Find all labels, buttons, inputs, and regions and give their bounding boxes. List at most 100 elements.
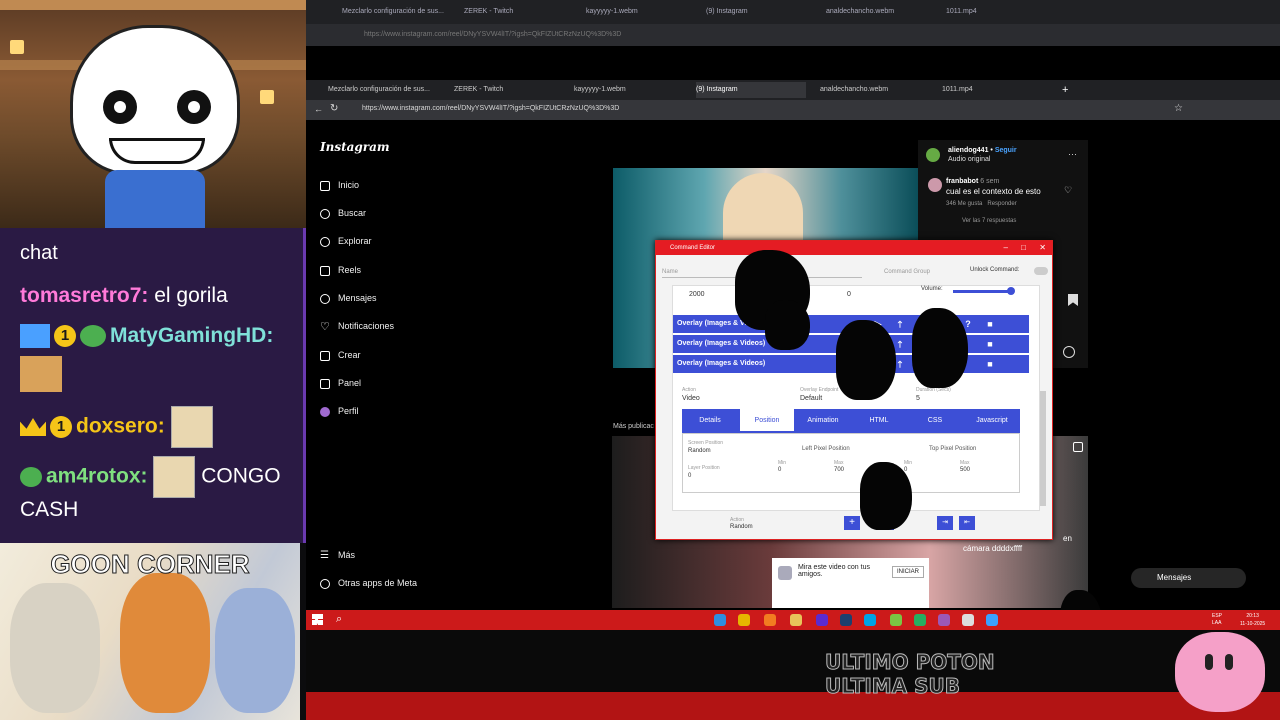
- volume-slider-thumb[interactable]: [1007, 287, 1015, 295]
- nav-reels[interactable]: Reels: [320, 265, 361, 276]
- browser-tab[interactable]: kayyyyy-1.webm: [574, 82, 674, 98]
- reply-button[interactable]: Responder: [987, 201, 1016, 207]
- command-group-dropdown[interactable]: Command Group: [884, 269, 930, 275]
- address-bar[interactable]: ← ↻ https://www.instagram.com/reel/DNyYS…: [306, 100, 1280, 120]
- nav-mensajes[interactable]: Mensajes: [320, 293, 377, 304]
- steam-icon[interactable]: [840, 614, 852, 626]
- nav-panel[interactable]: Panel: [320, 378, 361, 389]
- reels-icon: [320, 265, 330, 276]
- windows-start-icon[interactable]: [312, 614, 323, 625]
- clock-date: 11-10-2025: [1240, 621, 1266, 627]
- export-icon[interactable]: ⇥: [937, 516, 953, 530]
- browser-tab[interactable]: ZEREK - Twitch: [464, 4, 564, 20]
- chat-username: doxsero:: [76, 414, 165, 438]
- nav-mas[interactable]: ☰ Más: [320, 550, 355, 561]
- nav-notificaciones[interactable]: ♡ Notificaciones: [320, 321, 394, 332]
- delete-icon[interactable]: ■: [985, 358, 995, 370]
- folder-icon[interactable]: [790, 614, 802, 626]
- maximize-icon[interactable]: □: [1021, 241, 1026, 255]
- browser-tab[interactable]: 1011.mp4: [942, 82, 1052, 98]
- browser-tab[interactable]: kayyyyy-1.webm: [586, 4, 686, 20]
- volume-slider[interactable]: [953, 290, 1013, 293]
- search-icon[interactable]: ⌕: [336, 613, 342, 626]
- browser-tab[interactable]: analdechancho.webm: [826, 4, 926, 20]
- delete-icon[interactable]: ■: [985, 318, 995, 330]
- more-options-icon[interactable]: ···: [1068, 149, 1077, 159]
- nav-perfil[interactable]: Perfil: [320, 406, 359, 417]
- tab-details[interactable]: Details: [686, 409, 734, 433]
- edge-icon[interactable]: [714, 614, 726, 626]
- back-icon[interactable]: ←: [314, 104, 323, 114]
- top-max-field[interactable]: 500: [960, 467, 970, 473]
- delay-field[interactable]: 2000: [689, 291, 705, 298]
- field-value[interactable]: 0: [847, 291, 851, 298]
- nav-explorar[interactable]: Explorar: [320, 236, 372, 247]
- layer-field[interactable]: 0: [688, 473, 691, 479]
- address-bar-outer[interactable]: https://www.instagram.com/reel/DNyYSVW4l…: [306, 24, 1280, 46]
- heart-icon[interactable]: ♡: [1064, 185, 1072, 196]
- endpoint-dropdown[interactable]: Default: [800, 395, 822, 402]
- move-up-icon[interactable]: 🡑: [895, 358, 905, 370]
- add-button[interactable]: +: [844, 516, 860, 530]
- import-icon[interactable]: ⇤: [959, 516, 975, 530]
- browser-tab[interactable]: Mezclarlo configuración de sus...: [328, 82, 448, 98]
- action-label: Action: [682, 387, 696, 393]
- browser-tab[interactable]: ZEREK - Twitch: [454, 82, 554, 98]
- emoji-icon[interactable]: [1063, 346, 1075, 358]
- app-icon[interactable]: [962, 614, 974, 626]
- scrollbar[interactable]: [1040, 391, 1046, 506]
- tab-position[interactable]: Position: [740, 409, 794, 433]
- move-up-icon[interactable]: 🡑: [895, 338, 905, 350]
- video-icon[interactable]: [1073, 442, 1083, 452]
- browser-tab[interactable]: analdechancho.webm: [820, 82, 930, 98]
- bottom-action-dropdown[interactable]: Random: [730, 524, 753, 530]
- tab-animation[interactable]: Animation: [796, 409, 850, 433]
- post-username[interactable]: aliendog441 • Seguir: [948, 147, 1017, 154]
- app-icon[interactable]: [938, 614, 950, 626]
- star-icon[interactable]: ☆: [1174, 103, 1183, 114]
- duration-field[interactable]: 5: [916, 395, 920, 402]
- chrome-icon[interactable]: [738, 614, 750, 626]
- clock[interactable]: 20:13 11-10-2025: [1240, 612, 1265, 628]
- tab-css[interactable]: CSS: [908, 409, 962, 433]
- tab-javascript[interactable]: Javascript: [964, 409, 1020, 433]
- browser-tab[interactable]: Mezclarlo configuración de sus...: [342, 4, 462, 20]
- comment-username[interactable]: franbabot 6 sem: [946, 178, 999, 185]
- app-icon[interactable]: [986, 614, 998, 626]
- follow-button[interactable]: Seguir: [995, 147, 1017, 154]
- left-min-field[interactable]: 0: [778, 467, 781, 473]
- tab-html[interactable]: HTML: [852, 409, 906, 433]
- chat-message: 1 MatyGamingHD:: [20, 324, 273, 349]
- browser-tab[interactable]: 1011.mp4: [946, 4, 1046, 20]
- browser-tab-active[interactable]: (9) Instagram: [696, 82, 806, 98]
- nav-buscar[interactable]: Buscar: [320, 208, 366, 219]
- nav-crear[interactable]: Crear: [320, 350, 361, 361]
- move-up-icon[interactable]: 🡑: [895, 318, 905, 330]
- unlock-toggle[interactable]: [1034, 267, 1048, 275]
- obs-icon[interactable]: [816, 614, 828, 626]
- instagram-logo[interactable]: Instagram: [320, 140, 390, 154]
- close-icon[interactable]: ✕: [1039, 241, 1046, 255]
- avatar[interactable]: [926, 148, 940, 162]
- messages-pill[interactable]: Mensajes: [1131, 568, 1246, 588]
- screen-position-dropdown[interactable]: Random: [688, 448, 711, 454]
- app-icon[interactable]: [890, 614, 902, 626]
- delete-icon[interactable]: ■: [985, 338, 995, 350]
- reload-icon[interactable]: ↻: [330, 103, 338, 114]
- nav-inicio[interactable]: Inicio: [320, 180, 359, 191]
- new-tab-icon[interactable]: +: [1062, 82, 1072, 98]
- action-dropdown[interactable]: Video: [682, 395, 700, 402]
- minimize-icon[interactable]: –: [1004, 241, 1008, 255]
- avatar[interactable]: [928, 178, 942, 192]
- firefox-icon[interactable]: [764, 614, 776, 626]
- left-max-field[interactable]: 700: [834, 467, 844, 473]
- nav-meta-apps[interactable]: Otras apps de Meta: [320, 578, 417, 589]
- browser-tab[interactable]: (9) Instagram: [706, 4, 806, 20]
- share-icon: [778, 566, 792, 580]
- app-icon[interactable]: [914, 614, 926, 626]
- language-indicator[interactable]: ESP LAA: [1212, 613, 1222, 627]
- view-replies[interactable]: Ver las 7 respuestas: [962, 218, 1016, 224]
- start-button[interactable]: INICIAR: [892, 566, 925, 578]
- app-icon[interactable]: [864, 614, 876, 626]
- audio-label[interactable]: Audio original: [948, 156, 990, 163]
